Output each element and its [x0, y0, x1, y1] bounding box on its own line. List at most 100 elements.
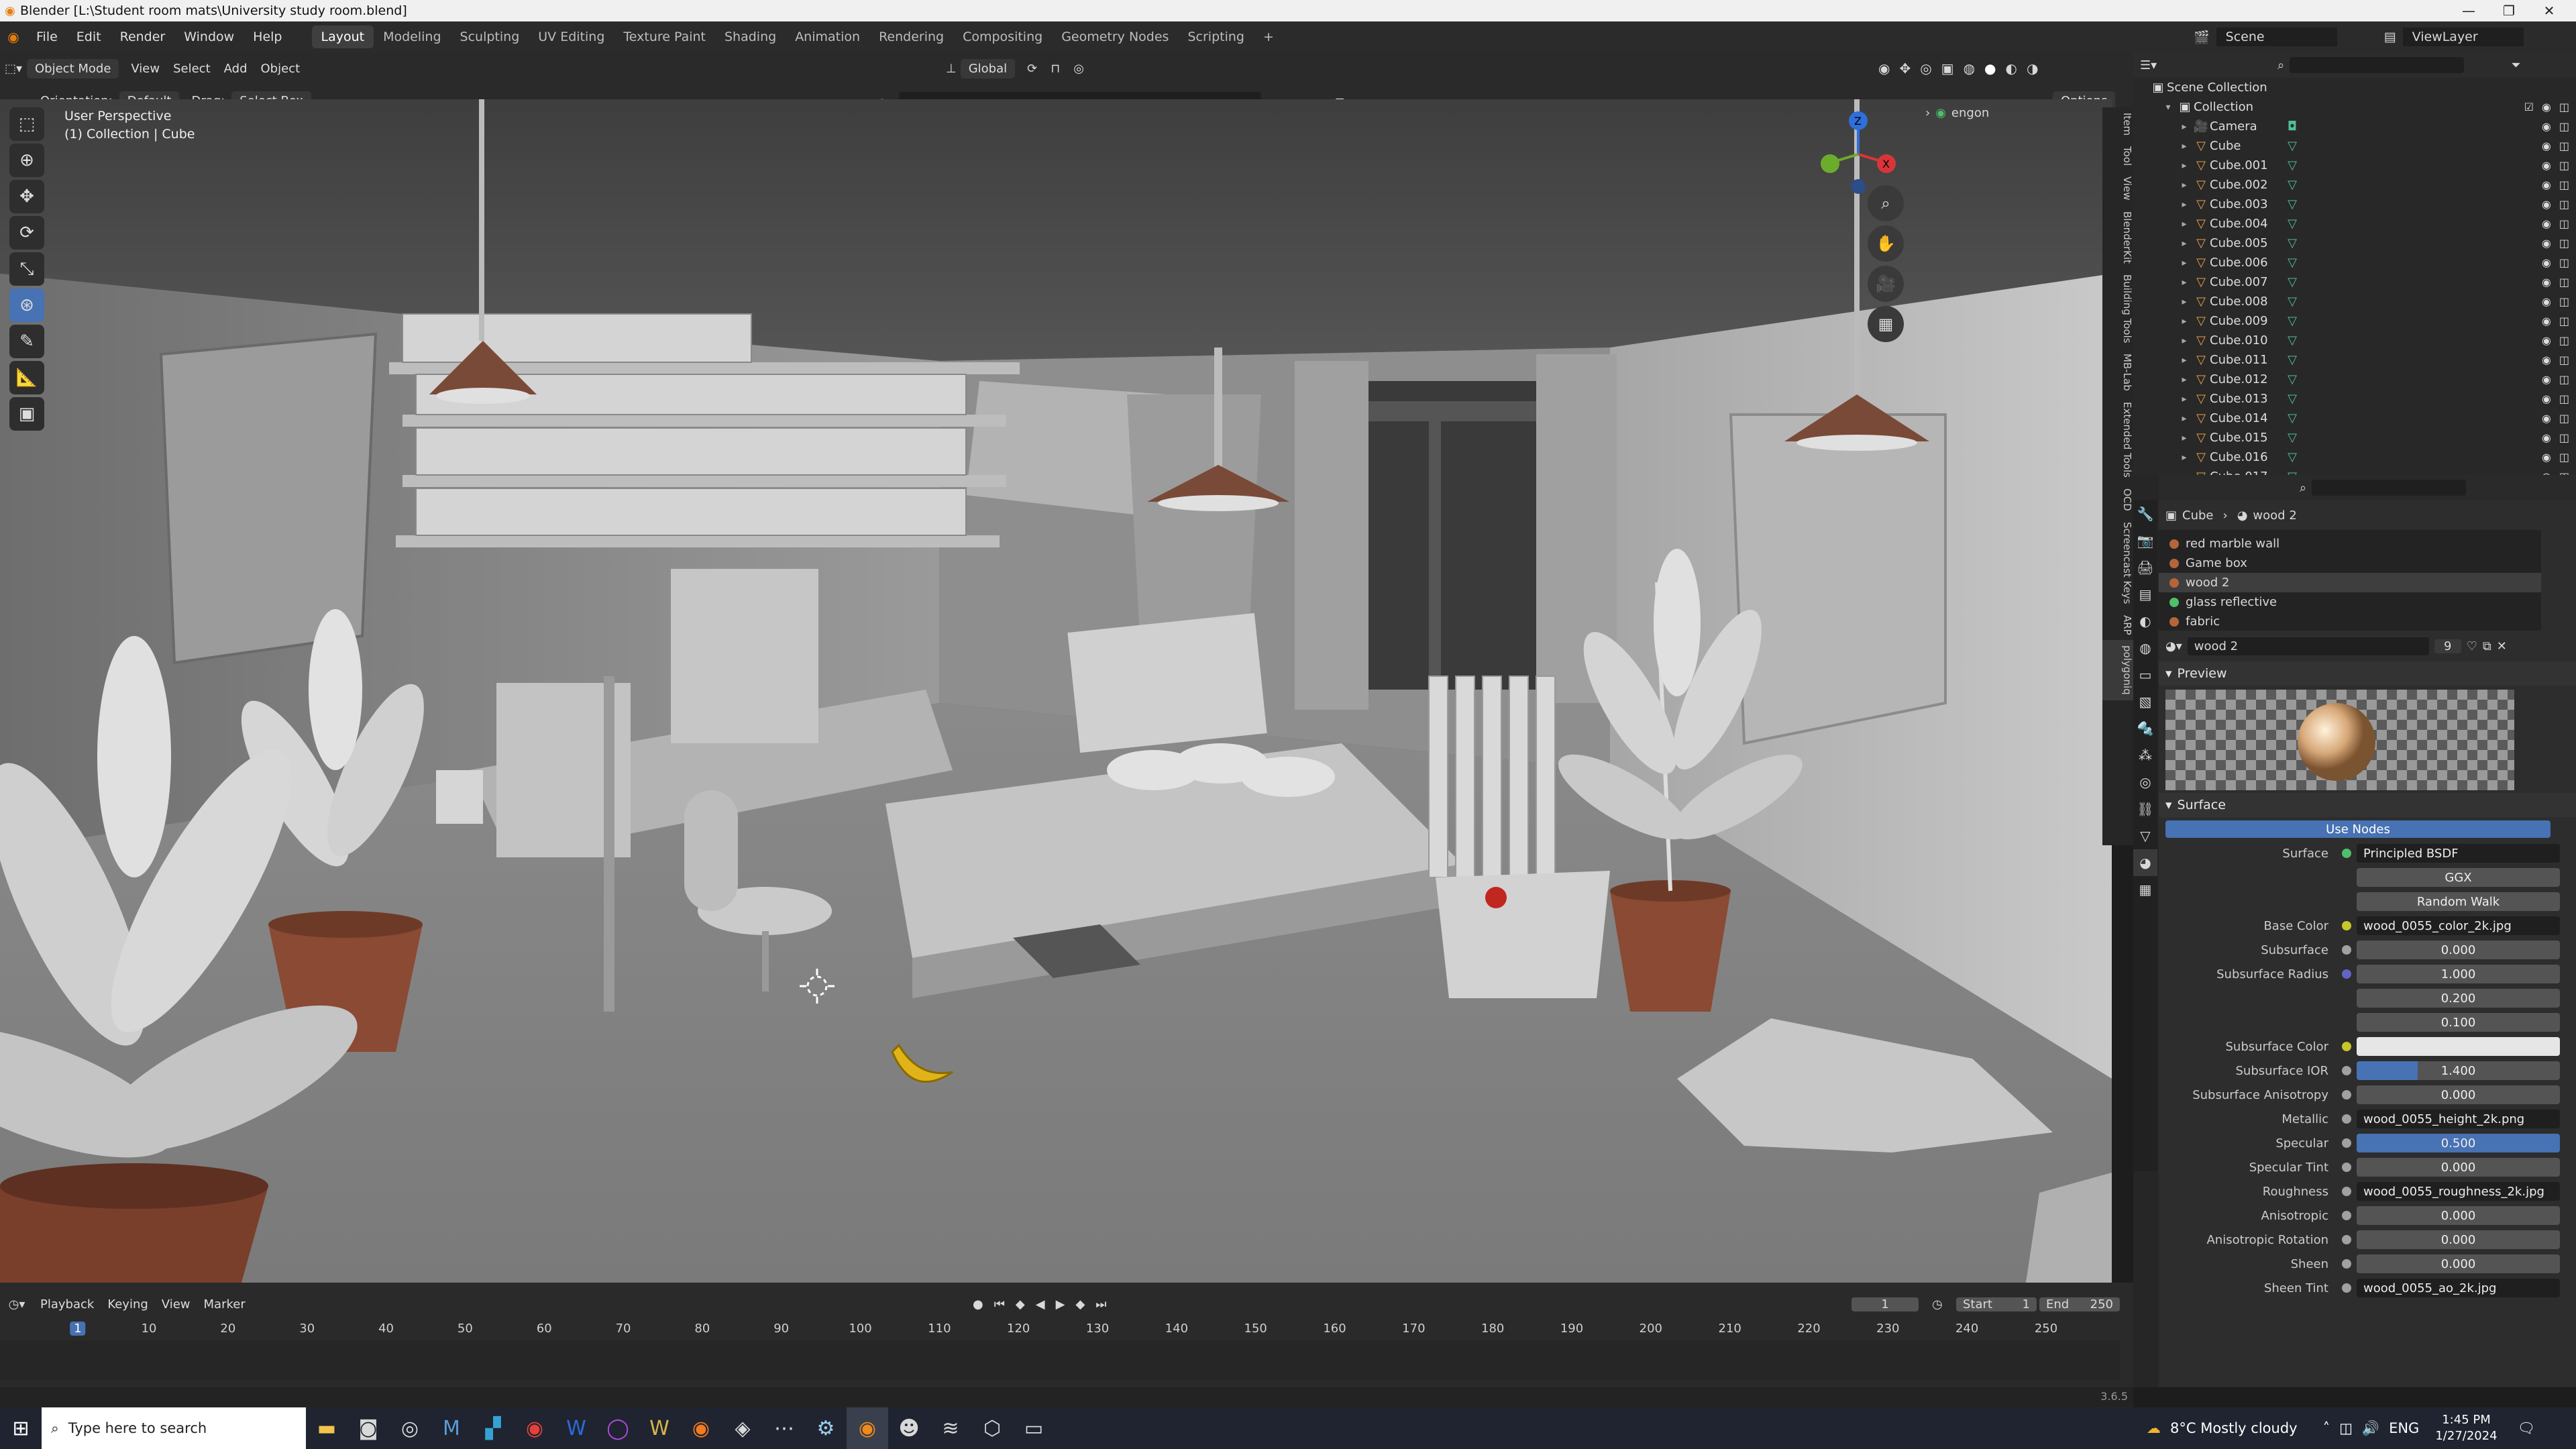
surface-property-field[interactable]: wood_0055_height_2k.png: [2357, 1110, 2560, 1128]
unity-icon[interactable]: ⬡: [971, 1407, 1013, 1449]
expand-arrow-icon[interactable]: ▸: [2176, 238, 2192, 249]
outliner-item[interactable]: ▸ ▽ Cube.016 ▽ ◉ ◫: [2133, 447, 2576, 467]
workspace-tab-compositing[interactable]: Compositing: [953, 25, 1052, 48]
mesh-data-icon[interactable]: ▽: [2284, 450, 2301, 465]
rotate-tool-icon[interactable]: ⟳: [9, 216, 44, 250]
socket-icon[interactable]: [2342, 1283, 2351, 1293]
use-nodes-button[interactable]: Use Nodes: [2165, 820, 2551, 838]
tray-chevron-icon[interactable]: ˄: [2323, 1420, 2330, 1436]
mesh-data-icon[interactable]: ▽: [2284, 256, 2301, 270]
socket-icon[interactable]: [2342, 1211, 2351, 1220]
play-icon[interactable]: ▶: [1056, 1297, 1065, 1311]
expand-arrow-icon[interactable]: ▸: [2176, 452, 2192, 463]
language-indicator[interactable]: ENG: [2389, 1420, 2419, 1436]
gizmo-y-icon[interactable]: [1821, 154, 1839, 173]
surface-property-field[interactable]: Random Walk: [2357, 892, 2560, 911]
expand-arrow-icon[interactable]: ▸: [2176, 141, 2192, 152]
surface-property-field[interactable]: GGX: [2357, 868, 2560, 887]
menu-edit[interactable]: Edit: [67, 30, 111, 44]
outliner-editor-type-icon[interactable]: ☰▾: [2140, 58, 2157, 72]
weather-text[interactable]: 8°C Mostly cloudy: [2170, 1420, 2298, 1436]
app-icon-5[interactable]: ◯: [597, 1407, 639, 1449]
expand-arrow-icon[interactable]: ▸: [2176, 297, 2192, 307]
outliner-item[interactable]: ▸ ▽ Cube.011 ▽ ◉ ◫: [2133, 350, 2576, 370]
workspace-tab-layout[interactable]: Layout: [311, 25, 374, 48]
sidebar-tab-tool[interactable]: Tool: [2102, 141, 2133, 171]
expand-arrow-icon[interactable]: ▸: [2176, 121, 2192, 132]
menu-keying[interactable]: Keying: [101, 1297, 154, 1311]
surface-property-field[interactable]: 0.500: [2357, 1134, 2560, 1152]
eye-icon[interactable]: ◉: [2542, 431, 2551, 444]
expand-arrow-icon[interactable]: ▸: [2176, 258, 2192, 268]
eye-icon[interactable]: ◉: [2542, 276, 2551, 288]
app-icon-7[interactable]: ◈: [722, 1407, 763, 1449]
cursor-tool-icon[interactable]: ⊕: [9, 144, 44, 177]
properties-search-input[interactable]: [2312, 480, 2467, 496]
outliner-item[interactable]: ▸ ▽ Cube.001 ▽ ◉ ◫: [2133, 156, 2576, 175]
camera-icon[interactable]: ◫: [2559, 373, 2569, 386]
constraints-tab-icon[interactable]: ⛓: [2133, 796, 2157, 822]
taskbar-search[interactable]: ⌕ Type here to search: [42, 1407, 306, 1449]
mesh-data-icon[interactable]: ▽: [2284, 411, 2301, 426]
menu-playback[interactable]: Playback: [34, 1297, 101, 1311]
outliner-item[interactable]: ▸ ▽ Cube.008 ▽ ◉ ◫: [2133, 292, 2576, 311]
expand-arrow-icon[interactable]: ▸: [2176, 355, 2192, 366]
surface-property-field[interactable]: 0.000: [2357, 1158, 2560, 1177]
scale-tool-icon[interactable]: ⤡: [9, 252, 44, 286]
socket-icon[interactable]: [2342, 873, 2351, 882]
notification-icon[interactable]: 🗨: [2518, 1420, 2536, 1437]
eye-icon[interactable]: ◉: [2542, 256, 2551, 269]
eye-icon[interactable]: ◉: [2542, 159, 2551, 172]
outliner-item[interactable]: ▸ ▽ Cube.006 ▽ ◉ ◫: [2133, 253, 2576, 272]
eye-icon[interactable]: ◉: [2542, 198, 2551, 211]
outliner-search-input[interactable]: [2290, 57, 2465, 73]
material-slot[interactable]: red marble wall: [2159, 534, 2541, 553]
outliner-item[interactable]: ▸ ▽ Cube.004 ▽ ◉ ◫: [2133, 214, 2576, 233]
workspace-tab-shading[interactable]: Shading: [715, 25, 786, 48]
file-explorer-icon[interactable]: ▬: [306, 1407, 347, 1449]
word-icon[interactable]: W: [555, 1407, 597, 1449]
mesh-data-icon[interactable]: ▽: [2284, 353, 2301, 368]
app-icon-1[interactable]: ◙: [347, 1407, 389, 1449]
socket-icon[interactable]: [2342, 921, 2351, 930]
mesh-data-icon[interactable]: ▽: [2284, 197, 2301, 212]
socket-icon[interactable]: [2342, 897, 2351, 906]
current-frame-field[interactable]: 1: [1851, 1297, 1919, 1311]
sidebar-tab-view[interactable]: View: [2102, 171, 2133, 206]
proportional-edit-icon[interactable]: ◎: [1073, 62, 1084, 76]
menu-view[interactable]: View: [124, 62, 166, 76]
mesh-data-icon[interactable]: ▽: [2284, 275, 2301, 290]
expand-arrow-icon[interactable]: ▸: [2176, 374, 2192, 385]
camera-icon[interactable]: ◫: [2559, 198, 2569, 211]
outliner-panel[interactable]: ☰▾ ⌕ ⏷ ▣ Scene Collection ▾ ▣ Collection…: [2133, 52, 2576, 484]
weather-icon[interactable]: ☁: [2147, 1420, 2161, 1436]
outliner-item[interactable]: ▸ ▽ Cube.009 ▽ ◉ ◫: [2133, 311, 2576, 331]
mesh-data-icon[interactable]: ▽: [2284, 372, 2301, 387]
view-layer-tab-icon[interactable]: ▤: [2133, 581, 2157, 608]
move-tool-icon[interactable]: ✥: [9, 180, 44, 213]
workspace-tab-rendering[interactable]: Rendering: [869, 25, 953, 48]
camera-icon[interactable]: ◫: [2559, 276, 2569, 288]
workspace-tab-sculpting[interactable]: Sculpting: [451, 25, 529, 48]
scene-tab-icon[interactable]: ◐: [2133, 608, 2157, 635]
camera-icon[interactable]: ◫: [2559, 256, 2569, 269]
sidebar-tab-ocd[interactable]: OCD: [2102, 483, 2133, 517]
shading-material-icon[interactable]: ◐: [2005, 60, 2017, 76]
outliner-item[interactable]: ▸ ▽ Cube.010 ▽ ◉ ◫: [2133, 331, 2576, 350]
app-icon-2[interactable]: ◎: [389, 1407, 431, 1449]
ortho-grid-icon[interactable]: ▦: [1868, 306, 1904, 342]
prev-keyframe-icon[interactable]: ◆: [1016, 1297, 1025, 1311]
camera-icon[interactable]: ◫: [2559, 295, 2569, 308]
surface-property-field[interactable]: 0.000: [2357, 1206, 2560, 1225]
outliner-item[interactable]: ▸ ▽ Cube.015 ▽ ◉ ◫: [2133, 428, 2576, 447]
surface-property-field[interactable]: wood_0055_color_2k.jpg: [2357, 916, 2560, 935]
world-tab-icon[interactable]: ◍: [2133, 635, 2157, 661]
workspace-tab-texture-paint[interactable]: Texture Paint: [614, 25, 715, 48]
eye-icon[interactable]: ◉: [2542, 373, 2551, 386]
menu-timeline-view[interactable]: View: [155, 1297, 197, 1311]
timeline-editor[interactable]: ◷▾ Playback Keying View Marker ● ⏮ ◆ ◀ ▶…: [0, 1283, 2133, 1387]
camera-icon[interactable]: ◫: [2559, 217, 2569, 230]
app-icon-11[interactable]: ▭: [1013, 1407, 1055, 1449]
camera-icon[interactable]: ◫: [2559, 178, 2569, 191]
mesh-data-icon[interactable]: ▽: [2284, 217, 2301, 231]
